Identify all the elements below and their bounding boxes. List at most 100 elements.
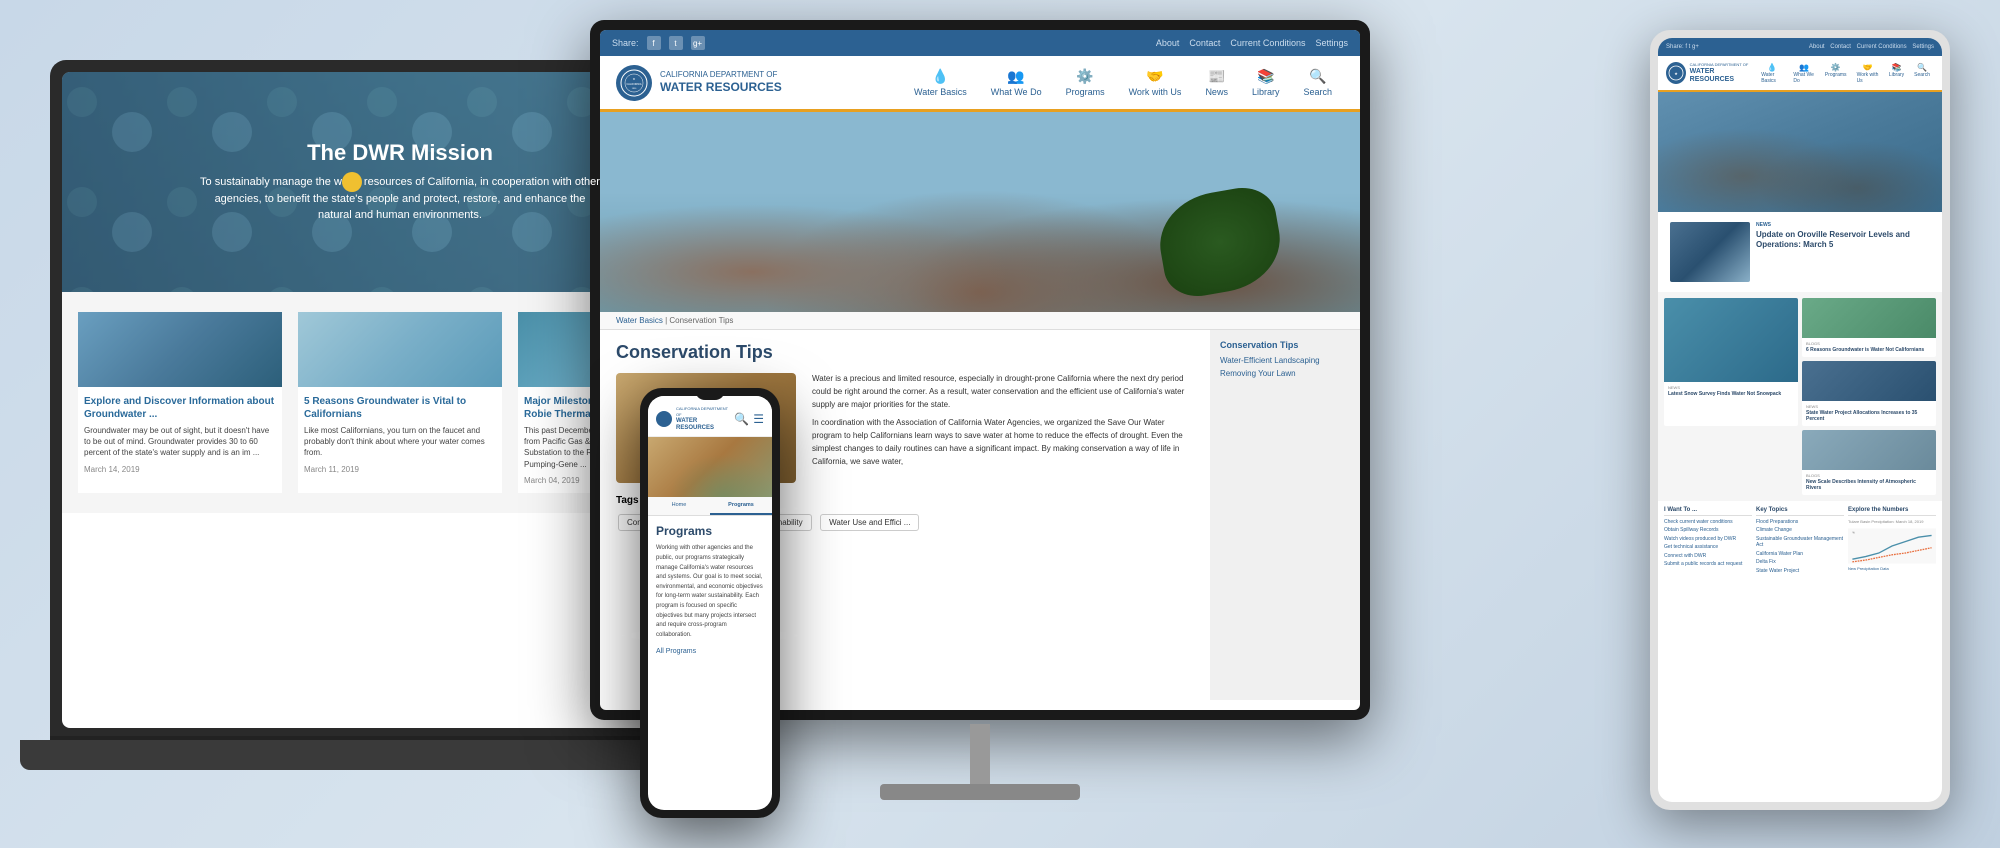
conservation-sidebar: Conservation Tips Water-Efficient Landsc… [1210, 330, 1360, 700]
contact-link[interactable]: Contact [1189, 38, 1220, 48]
sidebar-link-landscaping[interactable]: Water-Efficient Landscaping [1220, 356, 1350, 365]
news-title-4[interactable]: New Scale Describes Intensity of Atmosph… [1806, 479, 1932, 492]
sidebar-link-lawn[interactable]: Removing Your Lawn [1220, 369, 1350, 378]
nav-news[interactable]: 📰 News [1193, 64, 1240, 101]
tablet-search-icon: 🔍 [1917, 63, 1927, 72]
breadcrumb-home-link[interactable]: Water Basics [616, 316, 663, 325]
tablet-conditions[interactable]: Current Conditions [1857, 44, 1907, 50]
tablet-nav-items: 💧 Water Basics 👥 What We Do ⚙️ Programs [1757, 61, 1934, 86]
svg-text:1850: 1850 [632, 88, 637, 90]
tablet-key-topics: Key Topics Flood Preparations Climate Ch… [1756, 507, 1844, 577]
tablet-nav-programs[interactable]: ⚙️ Programs [1821, 61, 1851, 86]
what-we-do-icon: 👥 [1007, 68, 1024, 85]
settings-link[interactable]: Settings [1315, 38, 1348, 48]
tablet-contact[interactable]: Contact [1830, 44, 1851, 50]
facebook-icon[interactable]: f [647, 36, 661, 50]
dwr-logo: ★ CALIFORNIA 1850 CALIFORNIA DEPARTMENT … [616, 65, 782, 101]
library-icon: 📚 [1257, 68, 1274, 85]
topbar-right: About Contact Current Conditions Setting… [1156, 38, 1348, 48]
tablet-logo-text: CALIFORNIA DEPARTMENT OF WATER RESOURCES [1690, 62, 1754, 85]
phone-tab-programs[interactable]: Programs [710, 497, 772, 515]
nav-programs[interactable]: ⚙️ Programs [1054, 64, 1117, 101]
tablet-nav-library[interactable]: 📚 Library [1885, 61, 1908, 86]
tablet-news-card-3: NEWS State Water Project Allocations Inc… [1802, 361, 1936, 426]
tablet-nav-work[interactable]: 🤝 Work with Us [1853, 61, 1883, 86]
phone-menu-icon[interactable]: ☰ [753, 412, 764, 426]
sidebar-title: Conservation Tips [1220, 340, 1350, 350]
phone-seal [656, 411, 672, 427]
tablet-link-1[interactable]: Check current water conditions [1664, 519, 1752, 526]
current-conditions-link[interactable]: Current Conditions [1230, 38, 1305, 48]
nav-water-basics[interactable]: 💧 Water Basics [902, 64, 979, 101]
tablet-about[interactable]: About [1809, 44, 1825, 50]
phone-tab-home[interactable]: Home [648, 497, 710, 515]
tablet-topic-4[interactable]: California Water Plan [1756, 551, 1844, 558]
phone-nav-tabs: Home Programs [648, 497, 772, 516]
svg-text:CALIFORNIA: CALIFORNIA [626, 83, 641, 86]
conservation-body-1: Water is a precious and limited resource… [812, 373, 1194, 411]
phone-all-programs-link[interactable]: All Programs [656, 648, 764, 655]
tablet-library-icon: 📚 [1892, 63, 1902, 72]
article-date-1: March 14, 2019 [84, 465, 276, 474]
tablet-settings[interactable]: Settings [1912, 44, 1934, 50]
tablet-nav-what[interactable]: 👥 What We Do [1789, 61, 1818, 86]
laptop-article-1: Explore and Discover Information about G… [78, 312, 282, 493]
tablet-topic-6[interactable]: State Water Project [1756, 568, 1844, 575]
tablet-work-icon: 🤝 [1863, 63, 1873, 72]
news-card-img-3 [1802, 361, 1936, 401]
twitter-icon[interactable]: t [669, 36, 683, 50]
tablet-link-2[interactable]: Obtain Spillway Records [1664, 527, 1752, 534]
tablet-explore-numbers: Explore the Numbers Tulare Basin Precipi… [1848, 507, 1936, 577]
water-basics-icon: 💧 [932, 68, 949, 85]
tablet-hero [1658, 92, 1942, 212]
nav-library[interactable]: 📚 Library [1240, 64, 1292, 101]
breadcrumb-current: Conservation Tips [669, 316, 733, 325]
nav-what-we-do[interactable]: 👥 What We Do [979, 64, 1054, 101]
nav-search[interactable]: 🔍 Search [1291, 64, 1344, 101]
tablet-topic-2[interactable]: Climate Change [1756, 527, 1844, 534]
about-link[interactable]: About [1156, 38, 1180, 48]
svg-text:★: ★ [1674, 71, 1678, 76]
tag-water-use[interactable]: Water Use and Effici ... [820, 514, 919, 531]
tablet-link-6[interactable]: Submit a public records act request [1664, 561, 1752, 568]
news-title-2[interactable]: 6 Reasons Groundwater is Water Not Calif… [1806, 347, 1932, 354]
tablet-screen: Share: f t g+ About Contact Current Cond… [1658, 38, 1942, 802]
tablet-nav-search[interactable]: 🔍 Search [1910, 61, 1934, 86]
search-icon: 🔍 [1309, 68, 1326, 85]
conservation-body-2: In coordination with the Association of … [812, 417, 1194, 468]
news-title-3[interactable]: State Water Project Allocations Increase… [1806, 410, 1932, 423]
news-card-img-2 [1802, 298, 1936, 338]
tablet-device: Share: f t g+ About Contact Current Cond… [1650, 30, 1950, 810]
news-icon: 📰 [1208, 68, 1225, 85]
nav-work-with-us[interactable]: 🤝 Work with Us [1117, 64, 1194, 101]
tablet-link-3[interactable]: Watch videos produced by DWR [1664, 536, 1752, 543]
tablet-navbar: ★ CALIFORNIA DEPARTMENT OF WATER RESOURC… [1658, 56, 1942, 92]
tablet-news-card-4: BLOGS New Scale Describes Intensity of A… [1802, 430, 1936, 495]
precipitation-link[interactable]: New Precipitation Data [1848, 566, 1936, 571]
tablet-oroville-card: NEWS Update on Oroville Reservoir Levels… [1664, 216, 1936, 288]
tablet-link-4[interactable]: Get technical assistance [1664, 544, 1752, 551]
scene: The DWR Mission To sustainably manage th… [0, 0, 2000, 848]
tablet-seal: ★ [1666, 62, 1686, 84]
phone-body: CALIFORNIA DEPARTMENT OF WATER RESOURCES… [640, 388, 780, 818]
news-card-img-4 [1802, 430, 1936, 470]
phone-search-icon[interactable]: 🔍 [734, 412, 749, 426]
news-title-1[interactable]: Latest Snow Survey Finds Water Not Snowp… [1668, 391, 1794, 398]
tablet-topbar-right: About Contact Current Conditions Setting… [1809, 44, 1934, 50]
tablet-topic-1[interactable]: Flood Preparations [1756, 519, 1844, 526]
article-text-2: Like most Californians, you turn on the … [304, 425, 496, 459]
phone-content: Programs Working with other agencies and… [648, 516, 772, 663]
article-img-2 [298, 312, 502, 387]
tablet-topic-3[interactable]: Sustainable Groundwater Management Act [1756, 536, 1844, 549]
phone-header: CALIFORNIA DEPARTMENT OF WATER RESOURCES… [648, 396, 772, 437]
tablet-link-5[interactable]: Connect with DWR [1664, 553, 1752, 560]
tablet-nav-water[interactable]: 💧 Water Basics [1757, 61, 1787, 86]
oroville-badge: NEWS [1756, 222, 1930, 228]
dwr-seal: ★ CALIFORNIA 1850 [616, 65, 652, 101]
tablet-topic-5[interactable]: Delta Fix [1756, 559, 1844, 566]
news-badge-2: BLOGS [1806, 341, 1932, 346]
phone-notch [695, 388, 725, 400]
tablet-news-grid: NEWS Latest Snow Survey Finds Water Not … [1658, 292, 1942, 501]
oroville-title[interactable]: Update on Oroville Reservoir Levels and … [1756, 230, 1930, 251]
google-icon[interactable]: g+ [691, 36, 705, 50]
